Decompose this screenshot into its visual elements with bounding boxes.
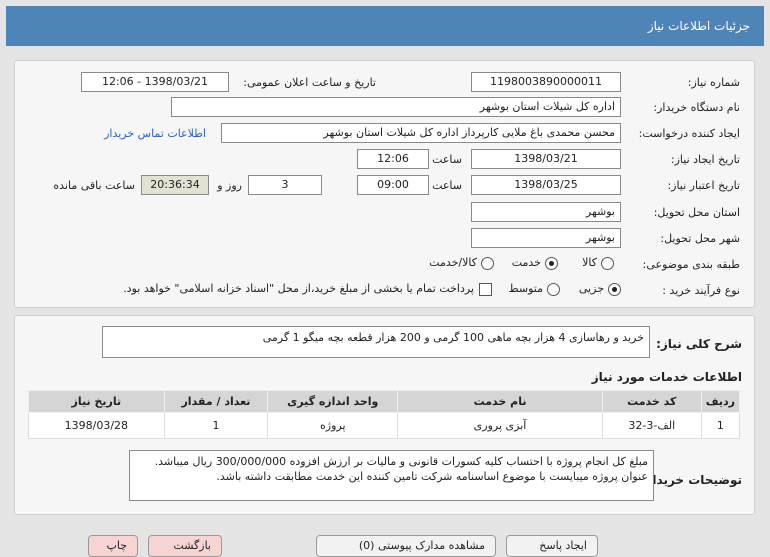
process-option-medium[interactable]: متوسط xyxy=(508,282,560,296)
requester-field: محسن محمدی باغ ملایی کارپرداز اداره کل ش… xyxy=(221,123,621,143)
column-header-service-name: نام خدمت xyxy=(397,390,603,413)
services-table: ردیف کد خدمت نام خدمت واحد اندازه گیری ت… xyxy=(28,390,741,439)
buyer-org-label: نام دستگاه خریدار: xyxy=(653,101,740,114)
checkbox-icon[interactable] xyxy=(479,282,492,296)
validity-date-field: 1398/03/25 xyxy=(471,175,621,195)
radio-icon[interactable] xyxy=(547,282,560,296)
requester-label: ایجاد کننده درخواست: xyxy=(638,127,740,140)
delivery-city-field: بوشهر xyxy=(471,228,621,248)
cell-unit: پروژه xyxy=(267,412,399,439)
column-header-quantity: تعداد / مقدار xyxy=(163,390,269,413)
need-details-panel: شرح کلی نیاز: خرید و رهاسازی 4 هزار بچه … xyxy=(14,315,755,515)
column-header-row: ردیف xyxy=(700,390,741,413)
column-header-service-code: کد خدمت xyxy=(601,390,702,413)
category-option-service[interactable]: خدمت xyxy=(512,256,558,270)
column-header-unit: واحد اندازه گیری xyxy=(267,390,399,413)
announce-datetime-field: 1398/03/21 - 12:06 xyxy=(81,72,229,92)
back-button[interactable]: بازگشت xyxy=(148,535,222,557)
need-number-label: شماره نیاز: xyxy=(687,76,740,89)
created-time-field: 12:06 xyxy=(357,149,429,169)
buyer-notes-field: مبلغ کل انجام پروژه با احتساب کلیه کسورا… xyxy=(129,450,654,501)
print-button[interactable]: چاپ xyxy=(88,535,138,557)
category-option-goods-service[interactable]: کالا/خدمت xyxy=(429,256,494,270)
summary-label: شرح کلی نیاز: xyxy=(656,337,742,351)
validity-time-field: 09:00 xyxy=(357,175,429,195)
process-option-minor[interactable]: جزیی xyxy=(579,282,621,296)
radio-icon[interactable] xyxy=(601,256,614,270)
cell-row-number: 1 xyxy=(700,412,741,439)
radio-selected-icon[interactable] xyxy=(608,282,621,296)
remaining-time-field: 20:36:34 xyxy=(141,175,209,195)
category-option-goods[interactable]: کالا xyxy=(582,256,614,270)
remaining-days-field: 3 xyxy=(248,175,322,195)
window-title: جزئیات اطلاعات نیاز xyxy=(6,6,764,46)
summary-field: خرید و رهاسازی 4 هزار بچه ماهی 100 گرمی … xyxy=(102,326,650,358)
created-date-label: تاریخ ایجاد نیاز: xyxy=(670,153,740,166)
services-section-title: اطلاعات خدمات مورد نیاز xyxy=(591,370,742,384)
remaining-time-label: ساعت باقی مانده xyxy=(53,179,135,192)
reply-button[interactable]: ایجاد پاسخ xyxy=(506,535,598,557)
cell-need-date: 1398/03/28 xyxy=(28,412,165,439)
validity-time-label: ساعت xyxy=(432,179,462,192)
created-date-field: 1398/03/21 xyxy=(471,149,621,169)
cell-service-code: الف-3-32 xyxy=(601,412,702,439)
table-row: 1 الف-3-32 آبزی پروری پروژه 1 1398/03/28 xyxy=(28,412,741,439)
need-info-panel: شماره نیاز: 1198003890000011 تاریخ و ساع… xyxy=(14,60,755,308)
category-label: طبقه بندی موضوعی: xyxy=(642,258,740,271)
buyer-contact-link[interactable]: اطلاعات تماس خریدار xyxy=(104,127,206,140)
view-attachments-button[interactable]: مشاهده مدارک پیوستی (0) xyxy=(316,535,496,557)
need-number-field: 1198003890000011 xyxy=(471,72,621,92)
column-header-need-date: تاریخ نیاز xyxy=(28,390,165,413)
cell-service-name: آبزی پروری xyxy=(397,412,603,439)
services-table-header: ردیف کد خدمت نام خدمت واحد اندازه گیری ت… xyxy=(28,390,741,413)
cell-quantity: 1 xyxy=(163,412,269,439)
delivery-province-field: بوشهر xyxy=(471,202,621,222)
buyer-notes-line: مبلغ کل انجام پروژه با احتساب کلیه کسورا… xyxy=(154,455,648,468)
created-time-label: ساعت xyxy=(432,153,462,166)
delivery-city-label: شهر محل تحویل: xyxy=(660,232,740,245)
radio-icon[interactable] xyxy=(481,256,494,270)
buyer-org-field: اداره کل شیلات استان بوشهر xyxy=(171,97,621,117)
buyer-notes-label: توضیحات خریدار: xyxy=(640,473,742,487)
purchase-process-label: نوع فرآیند خرید : xyxy=(662,284,740,297)
delivery-province-label: استان محل تحویل: xyxy=(653,206,740,219)
remaining-days-label: روز و xyxy=(217,179,242,192)
radio-selected-icon[interactable] xyxy=(545,256,558,270)
announce-datetime-label: تاریخ و ساعت اعلان عمومی: xyxy=(243,76,376,89)
buyer-notes-line: عنوان پروژه میبایست با موضوع اساسنامه شر… xyxy=(216,470,648,483)
validity-date-label: تاریخ اعتبار نیاز: xyxy=(667,179,740,192)
treasury-payment-option[interactable]: پرداخت تمام یا بخشی از مبلغ خرید،از محل … xyxy=(123,282,492,296)
